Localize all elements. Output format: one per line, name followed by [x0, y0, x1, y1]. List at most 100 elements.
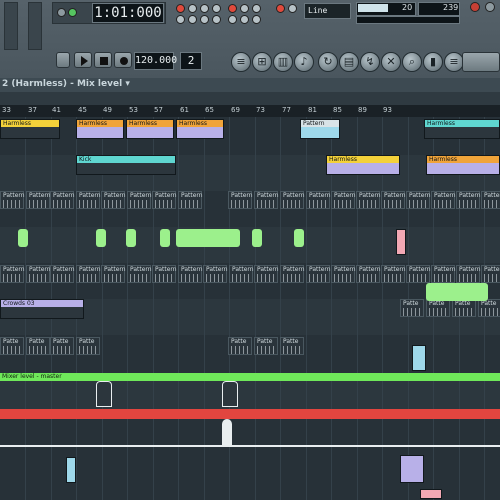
- kick-clip[interactable]: [294, 229, 304, 247]
- blend-notes-icon[interactable]: [200, 15, 209, 24]
- pattern-clip[interactable]: Pattern: [152, 265, 177, 283]
- pattern-clip[interactable]: Pattern: [101, 265, 126, 283]
- pattern-clip[interactable]: Pattern: [331, 265, 356, 283]
- pattern-clip[interactable]: Pattern: [306, 191, 331, 209]
- piano-roll-window-icon[interactable]: ⊞: [252, 52, 272, 72]
- pattern-clip[interactable]: Pattern: [331, 191, 356, 209]
- kick-clip[interactable]: [160, 229, 170, 247]
- pattern-clip[interactable]: Pattern: [50, 191, 75, 209]
- pattern-clip[interactable]: Patte: [228, 337, 252, 355]
- step-edit-icon[interactable]: [188, 15, 197, 24]
- bar-number[interactable]: 77: [282, 106, 291, 114]
- online-button[interactable]: [462, 52, 500, 72]
- pattern-clip[interactable]: Patte: [400, 299, 424, 317]
- tempo-display[interactable]: 120.000: [134, 52, 177, 70]
- bar-number[interactable]: 89: [358, 106, 367, 114]
- pink-clip[interactable]: [396, 229, 406, 255]
- master-volume-slider[interactable]: [4, 2, 18, 50]
- bar-number[interactable]: 49: [103, 106, 112, 114]
- playlist-window-icon[interactable]: ≡: [231, 52, 251, 72]
- pattern-clip[interactable]: Pattern: [203, 265, 228, 283]
- stop-button[interactable]: [94, 52, 112, 68]
- pattern-clip[interactable]: Pattern: [481, 191, 500, 209]
- bar-number[interactable]: 53: [129, 106, 138, 114]
- bar-number[interactable]: 33: [2, 106, 11, 114]
- undo-icon[interactable]: ↻: [318, 52, 338, 72]
- pattern-clip[interactable]: Pattern: [356, 265, 381, 283]
- song-time-display[interactable]: 1:01:000: [92, 3, 164, 23]
- pattern-clip[interactable]: Pattern: [127, 191, 152, 209]
- pattern-clip[interactable]: Patte: [452, 299, 476, 317]
- stats-icon[interactable]: ≡: [444, 52, 464, 72]
- pattern-clip[interactable]: Pattern: [254, 191, 279, 209]
- pattern-clip[interactable]: Pattern: [406, 191, 431, 209]
- pattern-number-display[interactable]: 2: [180, 52, 202, 70]
- pattern-clip[interactable]: Pattern: [481, 265, 500, 283]
- playlist-title[interactable]: 2 (Harmless) - Mix level ▾: [2, 79, 130, 89]
- loop-icon[interactable]: [188, 4, 197, 13]
- automation-peak[interactable]: [222, 419, 232, 445]
- close-icon[interactable]: [470, 2, 480, 12]
- bar-number[interactable]: 85: [333, 106, 342, 114]
- pattern-clip[interactable]: Pattern: [456, 191, 481, 209]
- pattern-clip[interactable]: Pattern: [178, 265, 203, 283]
- pattern-clip[interactable]: Patte: [76, 337, 100, 355]
- pattern-clip[interactable]: Pattern: [406, 265, 431, 283]
- chevron-down-icon[interactable]: ▾: [125, 79, 130, 89]
- audio-clip[interactable]: Harmless: [126, 119, 174, 139]
- bar-number[interactable]: 65: [205, 106, 214, 114]
- pattern-clip[interactable]: Pattern: [381, 191, 406, 209]
- record-button[interactable]: [114, 52, 132, 68]
- pattern-clip[interactable]: Patte: [254, 337, 278, 355]
- pattern-clip[interactable]: Pattern: [456, 265, 481, 283]
- pattern-clip[interactable]: Pattern: [0, 265, 25, 283]
- automation-lane-white[interactable]: [0, 445, 500, 447]
- pattern-song-toggle[interactable]: [56, 52, 70, 68]
- pattern-clip[interactable]: Pattern: [0, 191, 25, 209]
- pattern-clip-teal[interactable]: [412, 345, 426, 371]
- snap-icon[interactable]: [240, 15, 249, 24]
- pattern-clip[interactable]: Pattern: [280, 265, 305, 283]
- pattern-clip[interactable]: Pattern: [228, 191, 253, 209]
- playlist-tracks[interactable]: Harmless Harmless Harmless Harmless Pattern H…: [0, 117, 500, 500]
- audio-clip[interactable]: Harmless: [426, 155, 500, 175]
- audio-clip[interactable]: Kick: [76, 155, 176, 175]
- pattern-clip[interactable]: Patte: [426, 299, 450, 317]
- pattern-clip[interactable]: Pattern: [152, 191, 177, 209]
- pattern-clip-teal[interactable]: [66, 457, 76, 483]
- tools-icon[interactable]: ✕: [381, 52, 401, 72]
- countdown-icon[interactable]: [176, 15, 185, 24]
- pattern-clip[interactable]: Patte: [0, 337, 24, 355]
- pattern-clip[interactable]: Patte: [478, 299, 500, 317]
- bar-number[interactable]: 69: [231, 106, 240, 114]
- overdub-icon[interactable]: [240, 4, 249, 13]
- kick-clip[interactable]: [252, 229, 262, 247]
- bar-number[interactable]: 61: [180, 106, 189, 114]
- pattern-clip[interactable]: Patte: [50, 337, 74, 355]
- bar-number[interactable]: 73: [256, 106, 265, 114]
- browser-icon[interactable]: ▮: [423, 52, 443, 72]
- save-icon[interactable]: ▤: [339, 52, 359, 72]
- kick-clip[interactable]: [18, 229, 28, 247]
- pattern-clip[interactable]: Pattern: [127, 265, 152, 283]
- kick-clip[interactable]: [126, 229, 136, 247]
- minimize-icon[interactable]: [485, 2, 495, 12]
- automation-peak[interactable]: [222, 381, 238, 407]
- typing-keyboard-icon[interactable]: [228, 4, 237, 13]
- pattern-clip[interactable]: Patte: [280, 337, 304, 355]
- pattern-clip[interactable]: Pattern: [306, 265, 331, 283]
- render-icon[interactable]: ↯: [360, 52, 380, 72]
- bar-number[interactable]: 81: [308, 106, 317, 114]
- audio-clip[interactable]: Pattern: [300, 119, 340, 139]
- bar-number[interactable]: 93: [383, 106, 392, 114]
- pattern-mode-icon[interactable]: [68, 8, 77, 17]
- time-mode-icon[interactable]: [57, 8, 66, 17]
- pattern-clip[interactable]: Pattern: [254, 265, 279, 283]
- mixer-window-icon[interactable]: ♪: [294, 52, 314, 72]
- pattern-clip[interactable]: Pattern: [431, 191, 456, 209]
- punch-in-icon[interactable]: [276, 4, 285, 13]
- pattern-clip[interactable]: Pattern: [229, 265, 254, 283]
- pattern-clip-pink[interactable]: [420, 489, 442, 499]
- multilink-icon[interactable]: [212, 15, 221, 24]
- automation-lane-red[interactable]: [0, 409, 500, 419]
